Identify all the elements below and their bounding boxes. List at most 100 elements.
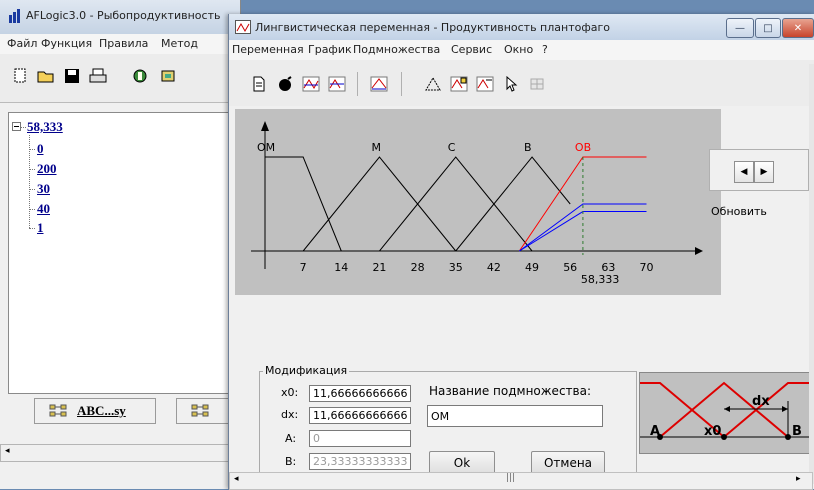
menu-rules[interactable]: Правила (99, 37, 148, 50)
x-tick-label: 14 (334, 261, 348, 274)
stepper-panel: ◀ ▶ (709, 149, 809, 191)
tree-icon (191, 404, 209, 417)
x-tick-label: 35 (449, 261, 463, 274)
front-toolbar (229, 60, 814, 106)
tab-abc-label: ABC...sy (77, 403, 126, 418)
menu-graph[interactable]: График (308, 43, 352, 56)
x-axis-arrow (695, 247, 703, 255)
value-marker-label: 58,333 (581, 273, 620, 286)
refresh-button[interactable]: Обновить (711, 205, 767, 218)
series-label: В (524, 141, 532, 154)
document-icon[interactable] (247, 72, 271, 96)
menu-window[interactable]: Окно (504, 43, 533, 56)
front-menubar: Переменная График Подмножества Сервис Ок… (229, 40, 814, 60)
membership-chart: ОМ М С В ОВ 58,333 7 14 21 28 35 42 49 56 63 70 (251, 121, 703, 286)
dx-label: dx: (281, 408, 299, 421)
b-label: B: (285, 455, 297, 468)
collapse-icon[interactable] (12, 122, 21, 131)
new-icon[interactable] (8, 64, 32, 88)
parameter-diagram: A x0 dx B (639, 372, 811, 454)
subset-name-label: Название подмножества: (429, 384, 591, 398)
cursor-icon[interactable] (499, 72, 523, 96)
menu-variable[interactable]: Переменная (232, 43, 304, 56)
tree-child[interactable]: 30 (37, 181, 50, 197)
front-window-title: Лингвистическая переменная - Продуктивно… (255, 21, 611, 34)
b-field[interactable] (309, 453, 411, 470)
series-line-1 (302, 156, 457, 252)
back-horizontal-scrollbar[interactable]: ◂ (0, 444, 230, 462)
menu-help[interactable]: ? (542, 43, 548, 56)
a-field[interactable] (309, 430, 411, 447)
minimize-button[interactable]: — (726, 18, 754, 38)
diagram-label-x0: x0 (704, 424, 721, 439)
tree-child[interactable]: 200 (37, 161, 57, 177)
save-icon[interactable] (60, 64, 84, 88)
x-tick-label: 28 (411, 261, 425, 274)
front-titlebar[interactable]: Лингвистическая переменная - Продуктивно… (229, 14, 814, 40)
back-toolbar (0, 54, 240, 103)
aflogic-window: AFLogic3.0 - Рыбопродуктивность Файл Фун… (0, 0, 241, 489)
scroll-right-icon[interactable]: ▸ (796, 474, 801, 484)
x0-label: x0: (281, 386, 299, 399)
back-menubar: Файл Функция Правила Метод (0, 34, 240, 54)
close-button[interactable]: ✕ (782, 18, 814, 38)
x0-field[interactable] (309, 385, 411, 402)
dx-field[interactable] (309, 407, 411, 424)
chart-icon[interactable] (299, 72, 323, 96)
grid-icon[interactable] (525, 72, 549, 96)
x-tick-label: 49 (525, 261, 539, 274)
x-tick-label: 21 (372, 261, 386, 274)
triangle-icon[interactable] (421, 72, 445, 96)
modification-legend: Модификация (263, 364, 350, 377)
y-axis-arrow (261, 121, 269, 131)
menu-function[interactable]: Функция (41, 37, 92, 50)
x-tick-label: 63 (601, 261, 615, 274)
app-icon (9, 9, 20, 23)
print-icon[interactable] (86, 64, 110, 88)
diagram-curve (659, 381, 789, 438)
bomb-icon[interactable] (273, 72, 297, 96)
tool-icon[interactable] (128, 64, 152, 88)
diagram-label-a: A (650, 424, 660, 439)
chart-edit-icon[interactable] (473, 72, 497, 96)
diagram-label-dx: dx (752, 394, 770, 409)
back-titlebar[interactable]: AFLogic3.0 - Рыбопродуктивность (0, 0, 240, 34)
scroll-thumb-grip[interactable]: ||| (506, 473, 515, 483)
tree-child[interactable]: 40 (37, 201, 50, 217)
diagram-label-b: B (792, 424, 802, 439)
membership-plot[interactable]: ОМ М С В ОВ 58,333 7 14 21 28 35 42 49 56 63 70 (235, 109, 721, 295)
tool-icon[interactable] (156, 64, 180, 88)
menu-method[interactable]: Метод (161, 37, 198, 50)
maximize-button[interactable]: □ (755, 18, 781, 38)
x-tick-label: 70 (640, 261, 654, 274)
subset-name-field[interactable] (427, 405, 603, 427)
series-line-0 (265, 156, 342, 252)
x-tick-label: 7 (300, 261, 307, 274)
tab-abc[interactable]: ABC...sy (34, 398, 156, 424)
step-right-button[interactable]: ▶ (754, 161, 774, 183)
tree-child[interactable]: 0 (37, 141, 44, 157)
tab-second[interactable] (176, 398, 230, 424)
scroll-left-icon[interactable]: ◂ (234, 474, 239, 484)
series-label: М (371, 141, 381, 154)
series-label: ОВ (575, 141, 591, 154)
tree-root[interactable]: 58,333 (27, 119, 63, 135)
tree-child[interactable]: 1 (37, 220, 44, 236)
chart-icon[interactable] (325, 72, 349, 96)
vertical-scrollbar[interactable] (809, 64, 814, 484)
x-tick-label: 42 (487, 261, 501, 274)
horizontal-scrollbar[interactable]: ◂ ||| ▸ (229, 472, 813, 490)
chart-edit-icon[interactable] (447, 72, 471, 96)
x-tick-label: 56 (563, 261, 577, 274)
scroll-left-icon[interactable]: ◂ (5, 446, 10, 456)
step-left-button[interactable]: ◀ (734, 161, 754, 183)
a-label: A: (285, 432, 297, 445)
series-label: С (448, 141, 456, 154)
menu-file[interactable]: Файл (7, 37, 37, 50)
menu-subsets[interactable]: Подмножества (353, 43, 440, 56)
open-folder-icon[interactable] (34, 64, 58, 88)
chart-icon[interactable] (367, 72, 391, 96)
menu-service[interactable]: Сервис (451, 43, 492, 56)
variables-tree: 58,333 0 200 30 40 1 (8, 112, 234, 394)
series-label: ОМ (257, 141, 275, 154)
